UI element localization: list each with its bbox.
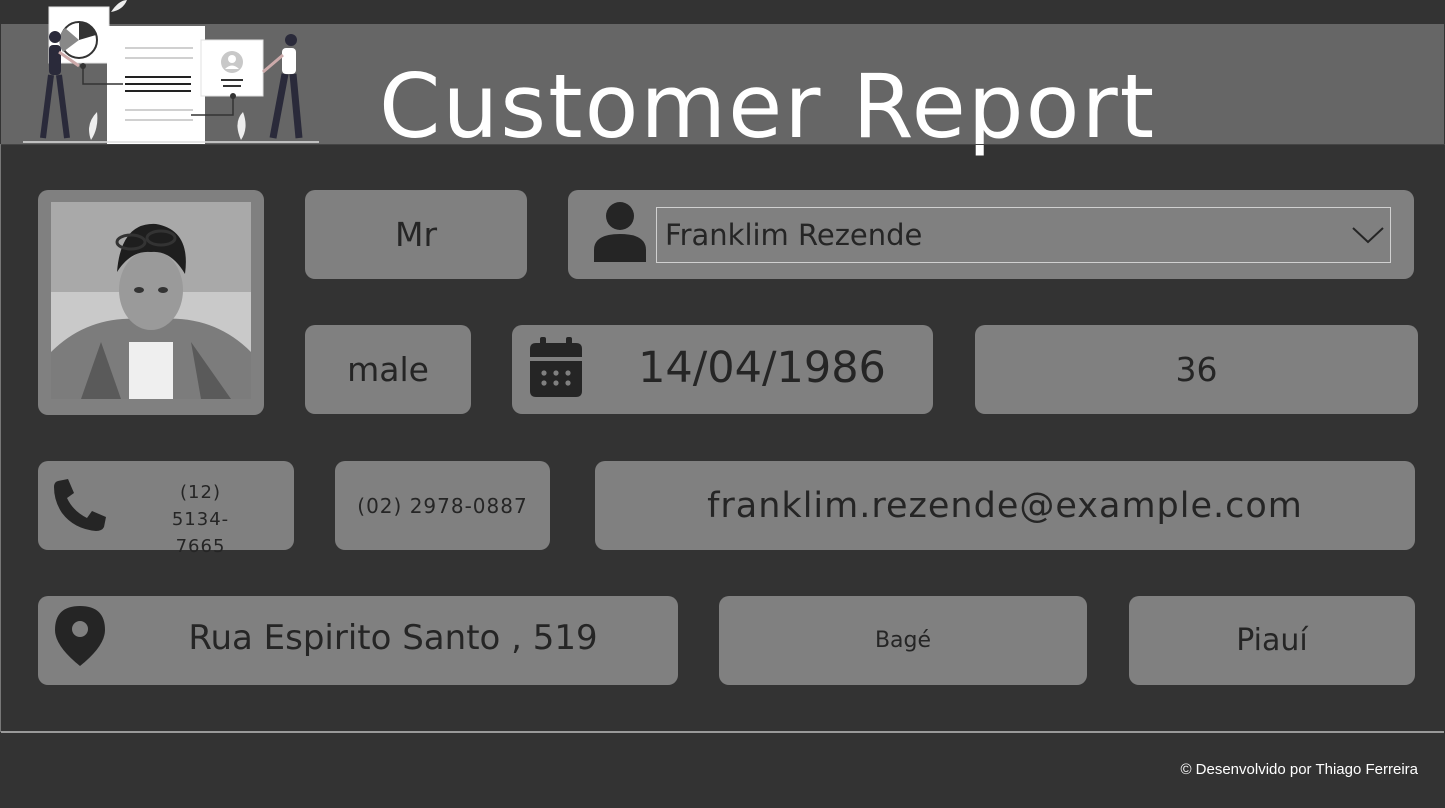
age-card: 36 [975, 325, 1418, 414]
customer-birth-date: 14/04/1986 [638, 343, 886, 393]
customer-age: 36 [1175, 350, 1218, 389]
report-illustration [23, 0, 319, 144]
mobile-phone-number: (12) 5134-7665 [148, 479, 253, 560]
phone-icon [54, 479, 106, 531]
page-edge [0, 144, 1, 732]
customer-name-select[interactable]: Franklim Rezende [656, 207, 1391, 263]
customer-photo-card [38, 190, 264, 415]
landline-phone-number: (02) 2978-0887 [357, 493, 528, 518]
customer-title: Mr [394, 215, 438, 254]
gender-card: male [305, 325, 471, 414]
customer-state: Piauí [1236, 623, 1308, 658]
person-icon [594, 202, 646, 262]
customer-gender: male [347, 350, 429, 389]
birth-date-card: 14/04/1986 [512, 325, 933, 414]
mobile-phone-card: (12) 5134-7665 [38, 461, 294, 557]
mobile-phone-area: (12) [180, 482, 221, 503]
customer-email: franklim.rezende@example.com [707, 485, 1303, 526]
customer-photo [51, 202, 251, 399]
mobile-phone-digits: 5134-7665 [171, 509, 230, 557]
state-card: Piauí [1129, 596, 1415, 685]
title-card: Mr [305, 190, 527, 279]
city-card: Bagé [719, 596, 1087, 685]
chevron-down-icon[interactable] [1350, 218, 1386, 250]
location-pin-icon [55, 606, 105, 666]
customer-select-card: Franklim Rezende [568, 190, 1414, 279]
address-card: Rua Espirito Santo , 519 [38, 596, 678, 685]
customer-address: Rua Espirito Santo , 519 [188, 618, 598, 658]
report-header: Customer Report [1, 0, 1444, 158]
customer-city: Bagé [874, 628, 932, 653]
customer-name: Franklim Rezende [665, 218, 923, 252]
page-title: Customer Report [379, 55, 1157, 158]
email-card: franklim.rezende@example.com [595, 461, 1415, 550]
header-divider [0, 144, 1445, 145]
footer-credit: © Desenvolvido por Thiago Ferreira [1180, 761, 1418, 778]
footer-divider [1, 731, 1444, 733]
calendar-icon [530, 337, 582, 397]
landline-phone-card: (02) 2978-0887 [335, 461, 550, 550]
